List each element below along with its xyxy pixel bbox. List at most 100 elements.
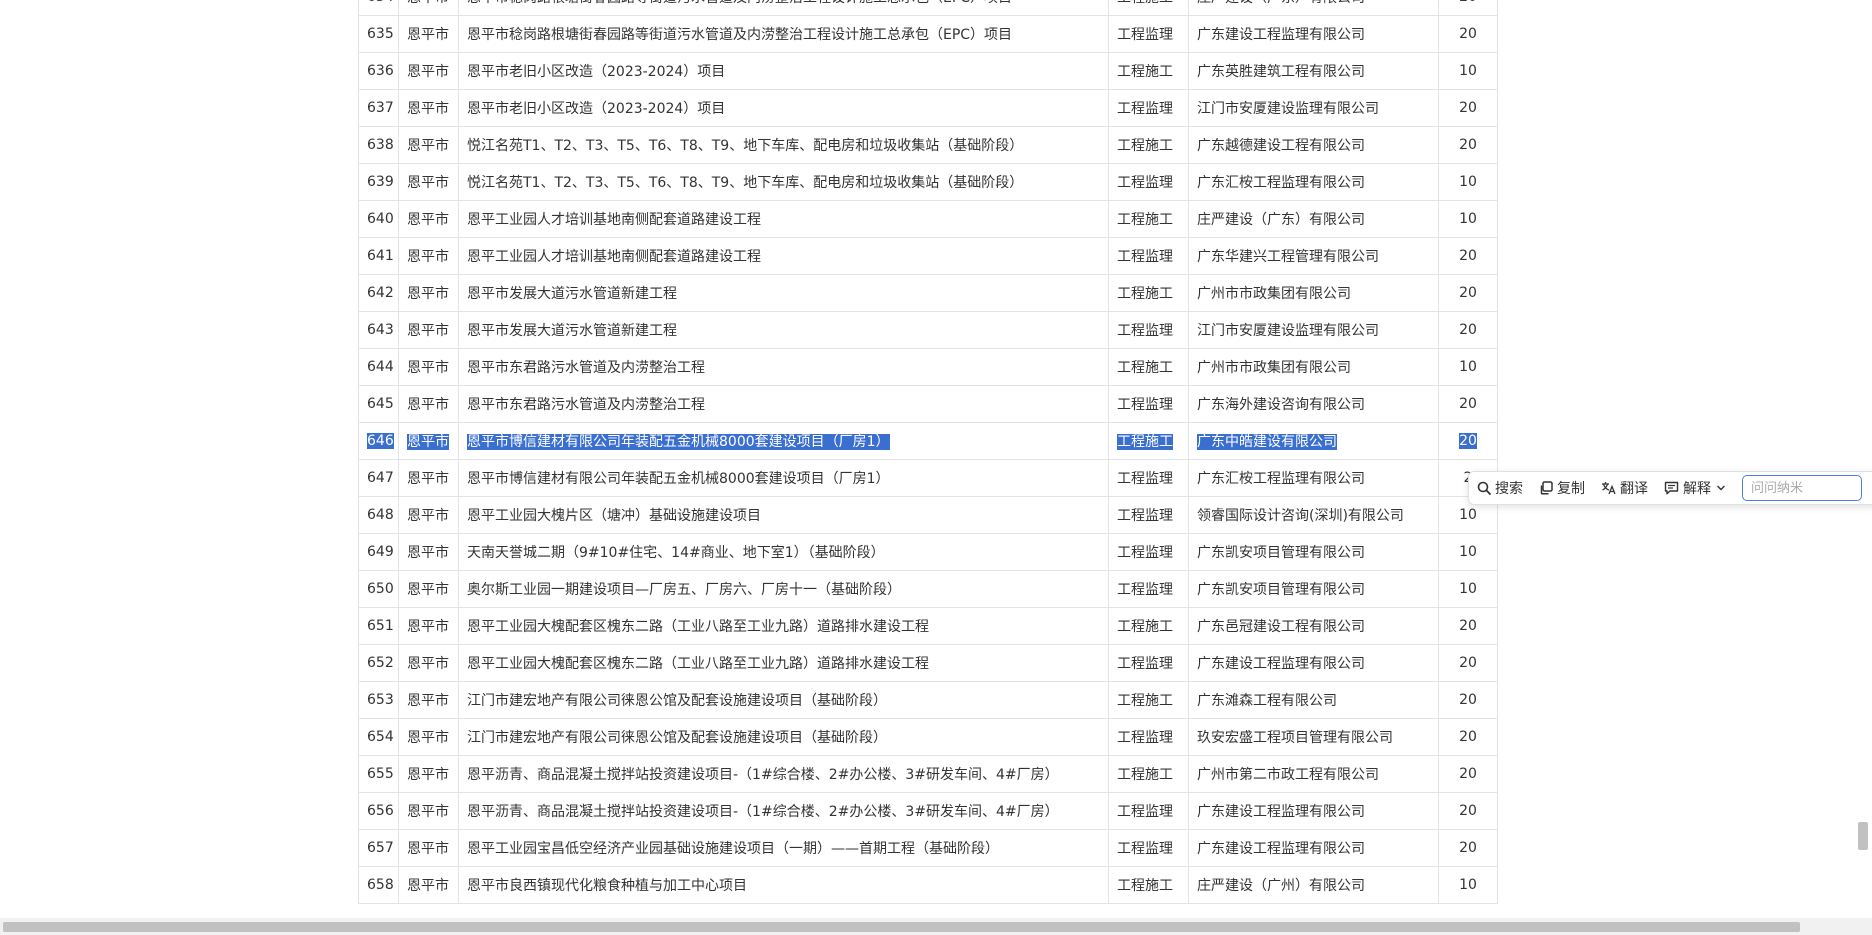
popup-search-button[interactable]: 搜索 xyxy=(1469,472,1531,504)
cell-number: 642 xyxy=(358,274,399,312)
cell-city: 恩平市 xyxy=(398,385,459,423)
cell-company-text: 广东汇桉工程监理有限公司 xyxy=(1197,175,1365,191)
cell-score-text: 10 xyxy=(1459,359,1477,375)
cell-city-text: 恩平市 xyxy=(407,212,449,228)
cell-number-text: 646 xyxy=(367,433,394,449)
popup-translate-button[interactable]: 翻译 xyxy=(1593,472,1656,504)
cell-number: 656 xyxy=(358,792,399,830)
ask-ai-input[interactable] xyxy=(1742,475,1862,501)
cell-score-text: 20 xyxy=(1459,655,1477,671)
cell-score-text: 10 xyxy=(1459,211,1477,227)
cell-type-text: 工程监理 xyxy=(1117,804,1173,820)
cell-city-text: 恩平市 xyxy=(407,434,449,450)
cell-company-text: 玖安宏盛工程项目管理有限公司 xyxy=(1197,730,1393,746)
table-row: 649 恩平市 天南天誉城二期（9#10#住宅、14#商业、地下室1）（基础阶段） 工… xyxy=(358,533,1498,571)
cell-project-name-text: 江门市建宏地产有限公司徕恩公馆及配套设施建设项目（基础阶段） xyxy=(467,730,887,746)
cell-project-name-text: 恩平工业园人才培训基地南侧配套道路建设工程 xyxy=(467,212,761,228)
cell-type-text: 工程监理 xyxy=(1117,545,1173,561)
cell-number-text: 641 xyxy=(367,248,394,264)
table-row: 645 恩平市 恩平市东君路污水管道及内涝整治工程 工程监理 广东海外建设咨询有限公司 2… xyxy=(358,385,1498,423)
cell-type-text: 工程监理 xyxy=(1117,656,1173,672)
cell-number-text: 637 xyxy=(367,100,394,116)
popup-explain-button[interactable]: 解释 xyxy=(1656,472,1734,504)
cell-company: 广东凯安项目管理有限公司 xyxy=(1188,533,1439,571)
cell-company: 广东建设工程监理有限公司 xyxy=(1188,15,1439,53)
translate-icon xyxy=(1602,482,1616,495)
table-row: 635 恩平市 恩平市稔岗路根塘街春园路等街道污水管道及内涝整治工程设计施工总承包（… xyxy=(358,15,1498,53)
cell-project-name: 恩平市良西镇现代化粮食种植与加工中心项目 xyxy=(458,866,1109,904)
cell-city-text: 恩平市 xyxy=(407,397,449,413)
cell-company-text: 领睿国际设计咨询(深圳)有限公司 xyxy=(1197,508,1404,524)
cell-city-text: 恩平市 xyxy=(407,471,449,487)
vertical-scrollbar-thumb[interactable] xyxy=(1858,822,1868,850)
cell-company-text: 广州市市政集团有限公司 xyxy=(1197,360,1351,376)
cell-city-text: 恩平市 xyxy=(407,582,449,598)
cell-company: 玖安宏盛工程项目管理有限公司 xyxy=(1188,718,1439,756)
cell-number-text: 654 xyxy=(367,729,394,745)
cell-type-text: 工程监理 xyxy=(1117,730,1173,746)
cell-score: 20 xyxy=(1438,89,1498,127)
cell-city: 恩平市 xyxy=(398,237,459,275)
cell-company: 广东建设工程监理有限公司 xyxy=(1188,644,1439,682)
cell-company-text: 广东海外建设咨询有限公司 xyxy=(1197,397,1365,413)
cell-type: 工程施工 xyxy=(1108,274,1189,312)
cell-type-text: 工程监理 xyxy=(1117,249,1173,265)
cell-company: 领睿国际设计咨询(深圳)有限公司 xyxy=(1188,496,1439,534)
cell-type-text: 工程施工 xyxy=(1117,434,1173,450)
cell-score-text: 20 xyxy=(1459,285,1477,301)
cell-project-name-text: 悦江名苑T1、T2、T3、T5、T6、T8、T9、地下车库、配电房和垃圾收集站（… xyxy=(467,175,1024,191)
horizontal-scrollbar[interactable] xyxy=(0,918,1872,935)
cell-number: 647 xyxy=(358,459,399,497)
cell-city: 恩平市 xyxy=(398,681,459,719)
cell-type: 工程施工 xyxy=(1108,866,1189,904)
cell-type-text: 工程施工 xyxy=(1117,286,1173,302)
cell-city-text: 恩平市 xyxy=(407,804,449,820)
cell-type: 工程施工 xyxy=(1108,755,1189,793)
table-row: 658 恩平市 恩平市良西镇现代化粮食种植与加工中心项目 工程施工 庄严建设（广州）有限… xyxy=(358,866,1498,904)
cell-company: 江门市安厦建设监理有限公司 xyxy=(1188,311,1439,349)
cell-company-text: 庄严建设（广东）有限公司 xyxy=(1197,0,1365,6)
cell-number-text: 644 xyxy=(367,359,394,375)
cell-city: 恩平市 xyxy=(398,755,459,793)
horizontal-scrollbar-thumb[interactable] xyxy=(3,922,1800,932)
cell-type: 工程监理 xyxy=(1108,311,1189,349)
cell-number: 653 xyxy=(358,681,399,719)
table-row: 637 恩平市 恩平市老旧小区改造（2023-2024）项目 工程监理 江门市安厦建设监… xyxy=(358,89,1498,127)
cell-city: 恩平市 xyxy=(398,829,459,867)
cell-number-text: 642 xyxy=(367,285,394,301)
cell-number: 641 xyxy=(358,237,399,275)
cell-project-name: 恩平市稔岗路根塘街春园路等街道污水管道及内涝整治工程设计施工总承包（EPC）项目 xyxy=(458,0,1109,16)
cell-city-text: 恩平市 xyxy=(407,693,449,709)
cell-number: 639 xyxy=(358,163,399,201)
cell-project-name: 奥尔斯工业园一期建设项目—厂房五、厂房六、厂房十一（基础阶段） xyxy=(458,570,1109,608)
page-viewport: 634恩平市恩平市稔岗路根塘街春园路等街道污水管道及内涝整治工程设计施工总承包（… xyxy=(0,0,1872,918)
data-table: 634恩平市恩平市稔岗路根塘街春园路等街道污水管道及内涝整治工程设计施工总承包（… xyxy=(358,0,1498,904)
cell-city: 恩平市 xyxy=(398,570,459,608)
cell-score: 20 xyxy=(1438,718,1498,756)
cell-score: 20 xyxy=(1438,274,1498,312)
cell-type: 工程施工 xyxy=(1108,0,1189,16)
cell-number: 651 xyxy=(358,607,399,645)
cell-city: 恩平市 xyxy=(398,533,459,571)
cell-city-text: 恩平市 xyxy=(407,175,449,191)
cell-company: 庄严建设（广州）有限公司 xyxy=(1188,866,1439,904)
cell-company: 广东邑冠建设工程有限公司 xyxy=(1188,607,1439,645)
cell-score-text: 20 xyxy=(1459,26,1477,42)
cell-score: 10 xyxy=(1438,570,1498,608)
cell-score-text: 20 xyxy=(1459,396,1477,412)
cell-score: 20 xyxy=(1438,681,1498,719)
cell-type-text: 工程监理 xyxy=(1117,471,1173,487)
cell-type-text: 工程施工 xyxy=(1117,0,1173,6)
popup-copy-button[interactable]: 复制 xyxy=(1531,472,1593,504)
cell-type: 工程施工 xyxy=(1108,422,1189,460)
cell-score: 10 xyxy=(1438,348,1498,386)
cell-type: 工程施工 xyxy=(1108,52,1189,90)
cell-type: 工程施工 xyxy=(1108,348,1189,386)
cell-city-text: 恩平市 xyxy=(407,619,449,635)
cell-number-text: 638 xyxy=(367,137,394,153)
cell-city: 恩平市 xyxy=(398,866,459,904)
cell-type-text: 工程监理 xyxy=(1117,508,1173,524)
cell-type-text: 工程施工 xyxy=(1117,619,1173,635)
cell-project-name-text: 恩平市东君路污水管道及内涝整治工程 xyxy=(467,360,705,376)
table-row: 652 恩平市 恩平工业园大槐配套区槐东二路（工业八路至工业九路）道路排水建设工程 工… xyxy=(358,644,1498,682)
